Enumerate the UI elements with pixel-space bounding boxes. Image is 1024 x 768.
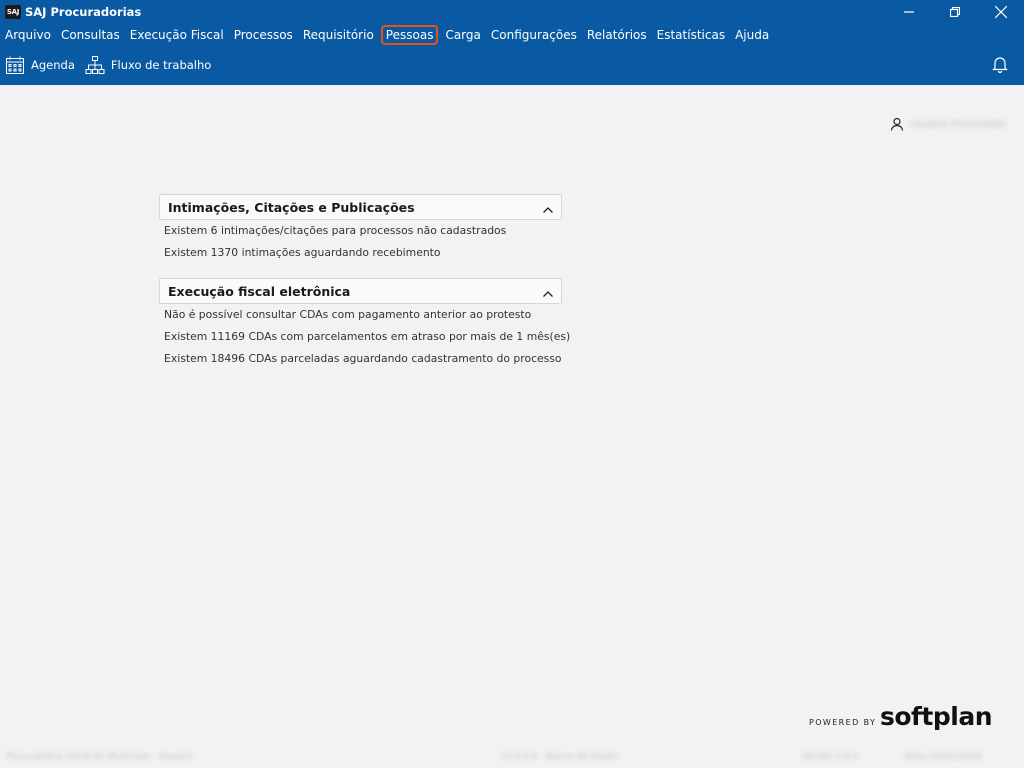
user-icon — [891, 117, 904, 131]
menu-bar: Arquivo Consultas Execução Fiscal Proces… — [0, 24, 1024, 45]
agenda-label: Agenda — [31, 58, 75, 72]
status-organization: Procuradoria Geral do Município - Usuári… — [6, 752, 194, 762]
menu-requisitorio[interactable]: Requisitório — [298, 25, 379, 45]
toolbar: Agenda Fluxo de trabalho — [0, 45, 1024, 85]
panel-execucao-title: Execução fiscal eletrônica — [168, 283, 351, 299]
title-bar: SAJ SAJ Procuradorias — [0, 0, 1024, 24]
panel-execucao-header[interactable]: Execução fiscal eletrônica — [159, 278, 562, 304]
status-date: Data 01/01/2024 — [905, 752, 982, 762]
panel-intimacoes-header[interactable]: Intimações, Citações e Publicações — [159, 194, 562, 220]
user-area[interactable]: Usuário Procurador — [890, 117, 1006, 131]
menu-configuracoes[interactable]: Configurações — [486, 25, 582, 45]
menu-carga[interactable]: Carga — [440, 25, 485, 45]
powered-by-label: POWERED BY — [809, 718, 877, 727]
app-logo: SAJ — [5, 5, 21, 19]
list-item[interactable]: Existem 6 intimações/citações para proce… — [159, 220, 562, 242]
menu-arquivo[interactable]: Arquivo — [0, 25, 56, 45]
panel-intimacoes-title: Intimações, Citações e Publicações — [168, 199, 415, 215]
close-button[interactable] — [978, 0, 1024, 24]
window-title: SAJ Procuradorias — [25, 5, 142, 19]
list-item[interactable]: Existem 18496 CDAs parceladas aguardando… — [159, 348, 562, 370]
minimize-icon — [904, 11, 914, 13]
panel-execucao-fiscal: Execução fiscal eletrônica Não é possíve… — [159, 278, 570, 370]
chevron-up-icon[interactable] — [543, 282, 553, 301]
workflow-button[interactable]: Fluxo de trabalho — [80, 51, 216, 79]
menu-processos[interactable]: Processos — [229, 25, 298, 45]
list-item[interactable]: Não é possível consultar CDAs com pagame… — [159, 304, 562, 326]
close-icon — [995, 6, 1007, 18]
restore-icon — [950, 7, 960, 17]
window-controls — [886, 0, 1024, 24]
restore-button[interactable] — [932, 0, 978, 24]
workflow-label: Fluxo de trabalho — [110, 58, 212, 72]
softplan-logo: softplan — [880, 702, 993, 731]
workflow-icon — [85, 56, 105, 74]
status-bar: Procuradoria Geral do Município - Usuári… — [0, 744, 1024, 768]
menu-execucao-fiscal[interactable]: Execução Fiscal — [125, 25, 229, 45]
menu-relatorios[interactable]: Relatórios — [582, 25, 652, 45]
status-version: Versão 1.0.0 — [802, 752, 859, 762]
calendar-icon — [6, 56, 24, 74]
list-item[interactable]: Existem 11169 CDAs com parcelamentos em … — [159, 326, 570, 348]
agenda-button[interactable]: Agenda — [0, 51, 80, 79]
chevron-up-icon[interactable] — [543, 198, 553, 217]
menu-consultas[interactable]: Consultas — [56, 25, 125, 45]
panel-intimacoes: Intimações, Citações e Publicações Exist… — [159, 194, 562, 264]
menu-estatisticas[interactable]: Estatísticas — [652, 25, 730, 45]
notifications-button[interactable] — [990, 54, 1010, 74]
menu-pessoas[interactable]: Pessoas — [380, 24, 439, 45]
bell-icon — [992, 57, 1008, 74]
list-item[interactable]: Existem 1370 intimações aguardando receb… — [159, 242, 562, 264]
status-database: 10.0.0.0 - Banco de Dados — [500, 752, 620, 762]
menu-ajuda[interactable]: Ajuda — [730, 25, 774, 45]
user-name: Usuário Procurador — [910, 118, 1006, 130]
minimize-button[interactable] — [886, 0, 932, 24]
